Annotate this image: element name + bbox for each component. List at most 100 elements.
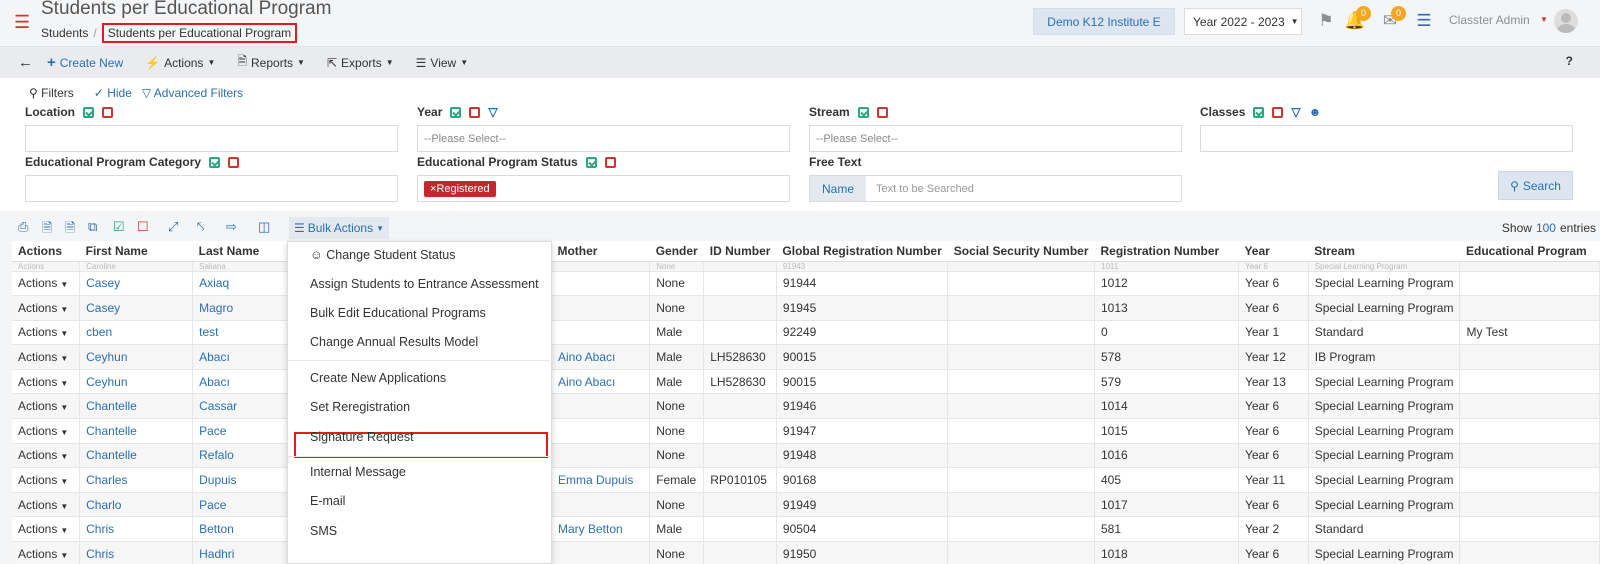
menu-item-signature-request[interactable]: Signature Request xyxy=(310,430,414,444)
column-header[interactable]: First Name xyxy=(79,241,193,262)
table-cell[interactable]: Refalo xyxy=(192,443,298,469)
csv-icon[interactable]: 🗎 xyxy=(65,219,75,241)
column-header[interactable]: Gender xyxy=(649,241,704,262)
columns-icon[interactable]: ◫ xyxy=(258,219,270,235)
row-actions-button[interactable]: Actions ▼ xyxy=(12,320,81,346)
classes-input[interactable] xyxy=(1200,125,1573,152)
row-actions-button[interactable]: Actions ▼ xyxy=(12,271,81,297)
year-input[interactable]: --Please Select-- xyxy=(417,125,790,152)
category-input[interactable] xyxy=(25,175,398,202)
table-cell[interactable]: Casey xyxy=(79,271,194,297)
table-cell[interactable] xyxy=(551,541,651,564)
table-cell[interactable]: Chantelle xyxy=(79,443,194,469)
table-cell[interactable]: cben xyxy=(79,320,194,346)
table-cell[interactable]: Charles xyxy=(79,467,194,493)
menu-item-set-reregistration[interactable]: Set Reregistration xyxy=(310,400,410,414)
menu-item-change-annual-results[interactable]: Change Annual Results Model xyxy=(310,335,478,349)
row-actions-button[interactable]: Actions ▼ xyxy=(12,443,81,469)
view-menu[interactable]: ☰ View ▼ xyxy=(416,56,468,70)
status-input[interactable]: ×Registered xyxy=(417,175,790,202)
row-actions-button[interactable]: Actions ▼ xyxy=(12,344,81,370)
status-tag[interactable]: ×Registered xyxy=(424,180,496,197)
table-cell[interactable]: Charlo xyxy=(79,492,194,518)
filters-toggle[interactable]: ⚲ Filters xyxy=(29,86,84,100)
avatar[interactable] xyxy=(1554,9,1578,33)
row-actions-button[interactable]: Actions ▼ xyxy=(12,541,81,564)
table-cell[interactable] xyxy=(551,271,651,297)
column-header[interactable]: Mother xyxy=(551,241,650,262)
table-cell[interactable]: Pace xyxy=(192,418,298,444)
location-input[interactable] xyxy=(25,125,398,152)
column-header[interactable]: Social Security Number xyxy=(947,241,1095,262)
select-all-icon[interactable] xyxy=(1253,106,1265,118)
table-cell[interactable]: Abacı xyxy=(192,344,298,370)
clear-icon[interactable] xyxy=(876,106,888,118)
user-chevron-down-icon[interactable]: ▼ xyxy=(1540,15,1548,24)
table-cell[interactable] xyxy=(551,393,651,420)
table-cell[interactable]: Ceyhun xyxy=(79,369,194,395)
menu-item-bulk-edit-programs[interactable]: Bulk Edit Educational Programs xyxy=(310,306,486,320)
table-cell[interactable]: Casey xyxy=(79,295,194,321)
table-cell[interactable]: Cassar xyxy=(192,393,298,420)
search-button[interactable]: ⚲ Search xyxy=(1498,171,1573,200)
select-all-icon[interactable] xyxy=(83,106,94,118)
select-all-icon[interactable] xyxy=(857,106,869,118)
table-cell[interactable] xyxy=(551,418,651,444)
column-header[interactable]: Registration Number xyxy=(1094,241,1239,262)
column-header[interactable]: Educational Program xyxy=(1459,241,1600,262)
select-all-icon[interactable] xyxy=(450,106,462,118)
row-actions-button[interactable]: Actions ▼ xyxy=(12,369,81,395)
table-cell[interactable] xyxy=(551,320,651,346)
row-actions-button[interactable]: Actions ▼ xyxy=(12,418,81,444)
table-cell[interactable]: Chris xyxy=(79,516,194,543)
breadcrumb-students[interactable]: Students xyxy=(41,26,88,40)
clear-icon[interactable] xyxy=(228,156,240,168)
table-cell[interactable]: Emma Dupuis xyxy=(551,467,651,493)
column-header[interactable]: Global Registration Number xyxy=(776,241,948,262)
back-arrow-icon[interactable]: ← xyxy=(18,54,33,71)
row-actions-button[interactable]: Actions ▼ xyxy=(12,295,81,321)
create-new-button[interactable]: + Create New xyxy=(47,54,123,71)
free-text-prefix[interactable]: Name xyxy=(810,176,866,201)
table-cell[interactable]: Ceyhun xyxy=(79,344,194,370)
column-header[interactable]: Last Name xyxy=(192,241,298,262)
bulk-actions-button[interactable]: ☰ Bulk Actions ▼ xyxy=(289,217,389,239)
table-cell[interactable]: Dupuis xyxy=(192,467,298,493)
exports-menu[interactable]: ⇱ Exports ▼ xyxy=(327,56,394,70)
row-actions-button[interactable]: Actions ▼ xyxy=(12,467,81,493)
deselect-icon[interactable]: ☐ xyxy=(137,219,149,235)
clear-icon[interactable] xyxy=(469,106,481,118)
actions-menu[interactable]: ⚡ Actions ▼ xyxy=(145,56,215,70)
print-icon[interactable]: ⎙ xyxy=(18,219,28,235)
column-header[interactable]: Actions xyxy=(12,241,80,262)
table-cell[interactable]: Hadhri xyxy=(192,541,298,564)
funnel-icon[interactable]: ▽ xyxy=(1291,105,1300,119)
table-cell[interactable]: Chantelle xyxy=(79,418,194,444)
table-cell[interactable]: Abacı xyxy=(192,369,298,395)
select-all-icon[interactable] xyxy=(585,156,597,168)
table-cell[interactable]: Chris xyxy=(79,541,194,564)
clear-icon[interactable] xyxy=(1272,106,1284,118)
table-cell[interactable] xyxy=(551,295,651,321)
free-text-input[interactable]: Text to be Searched xyxy=(866,176,1181,201)
row-actions-button[interactable]: Actions ▼ xyxy=(12,393,81,420)
clear-icon[interactable] xyxy=(102,106,113,118)
help-button[interactable]: ? xyxy=(1566,54,1573,68)
table-cell[interactable]: Betton xyxy=(192,516,298,543)
expand-icon[interactable]: ⤢ xyxy=(168,219,178,235)
table-cell[interactable]: test xyxy=(192,320,298,346)
table-cell[interactable] xyxy=(551,443,651,469)
compress-icon[interactable]: ⤣ xyxy=(197,219,204,235)
column-header[interactable]: ID Number xyxy=(703,241,777,262)
clear-icon[interactable] xyxy=(604,156,616,168)
table-cell[interactable]: Mary Betton xyxy=(551,516,651,543)
year-selector[interactable]: Year 2022 - 2023 ▼ xyxy=(1184,8,1302,35)
stream-input[interactable]: --Please Select-- xyxy=(809,125,1182,152)
menu-icon[interactable]: ☰ xyxy=(14,13,30,31)
menu-item-change-student-status[interactable]: ☺ Change Student Status xyxy=(310,248,456,262)
hide-filters-link[interactable]: ✓ Hide xyxy=(94,86,142,100)
users-icon[interactable]: ☻ xyxy=(1309,105,1322,119)
table-cell[interactable]: Aino Abacı xyxy=(551,369,651,395)
sign-out-icon[interactable]: ⇨ xyxy=(226,219,237,235)
row-actions-button[interactable]: Actions ▼ xyxy=(12,492,81,518)
